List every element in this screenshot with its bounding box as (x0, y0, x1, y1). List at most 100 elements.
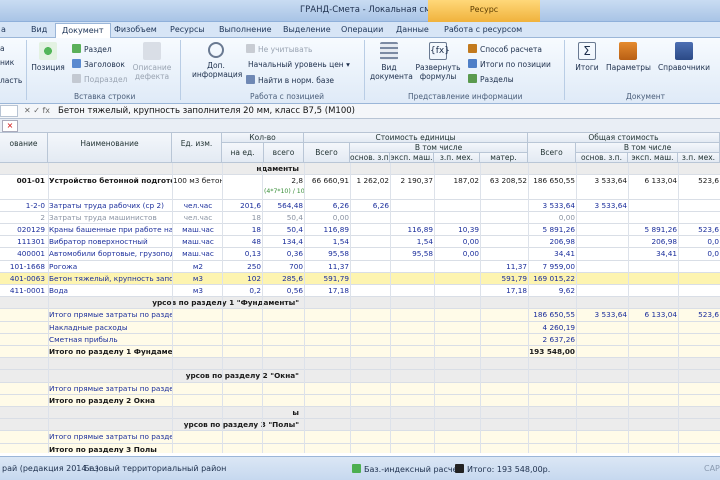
table-cell[interactable]: 134,4 (265, 236, 305, 247)
table-cell[interactable]: 0,56 (265, 285, 305, 296)
table-cell[interactable]: 111301 (1, 236, 47, 247)
table-cell[interactable] (1, 444, 47, 453)
table-cell[interactable] (435, 273, 481, 284)
table-cell[interactable] (305, 444, 351, 453)
table-cell[interactable] (679, 200, 720, 211)
table-row[interactable]: Итого прямые затраты по разделу в текущи… (0, 382, 720, 395)
table-cell[interactable]: 186 650,55 (529, 175, 577, 186)
table-cell[interactable] (529, 370, 577, 381)
table-cell[interactable]: 401-0063 (1, 273, 47, 284)
table-cell[interactable] (435, 419, 481, 430)
formula-value[interactable]: Бетон тяжелый, крупность заполнителя 20 … (58, 106, 355, 116)
table-cell[interactable]: 400001 (1, 248, 47, 259)
table-cell[interactable]: чел.час (173, 200, 223, 211)
table-cell[interactable] (351, 395, 391, 406)
col-header-mech-salary[interactable]: з.п. мех. (434, 153, 480, 163)
table-cell[interactable]: 6,26 (351, 200, 391, 211)
table-cell[interactable] (265, 370, 305, 381)
table-cell[interactable] (629, 273, 679, 284)
table-cell[interactable]: 2,8 (265, 175, 305, 186)
table-cell[interactable] (481, 370, 529, 381)
table-row[interactable]: 101-1668 Рогожа м2 250 700 11,37 11,37 7 959,00 (0, 261, 720, 273)
table-cell[interactable] (49, 163, 173, 174)
table-cell[interactable] (435, 431, 481, 442)
tab-data[interactable]: Данные (396, 23, 429, 37)
table-cell[interactable]: 11,37 (305, 261, 351, 272)
table-cell[interactable] (577, 285, 629, 296)
table-cell[interactable] (173, 334, 223, 345)
table-cell[interactable] (629, 163, 679, 174)
table-cell[interactable]: 6 133,04 (629, 175, 679, 186)
table-cell[interactable]: 206,98 (529, 236, 577, 247)
table-cell[interactable] (1, 322, 47, 333)
tab-operations[interactable]: Операции (341, 23, 383, 37)
table-cell[interactable] (679, 358, 720, 369)
table-cell[interactable]: 523,6 (679, 224, 720, 235)
table-cell[interactable] (265, 346, 305, 357)
table-cell[interactable] (1, 395, 47, 406)
table-cell[interactable] (1, 383, 47, 394)
table-cell[interactable] (49, 407, 173, 418)
table-cell[interactable] (577, 334, 629, 345)
table-cell[interactable] (223, 383, 263, 394)
table-cell[interactable] (305, 322, 351, 333)
table-cell[interactable] (305, 309, 351, 320)
table-cell[interactable] (305, 383, 351, 394)
table-cell[interactable] (1, 346, 47, 357)
table-cell[interactable]: Бетон тяжелый, крупность заполни (49, 273, 173, 284)
calc-mode-indicator[interactable]: Баз.-индексный расчет (352, 464, 462, 474)
table-cell[interactable] (629, 419, 679, 430)
table-cell[interactable] (351, 248, 391, 259)
table-cell[interactable]: 4 260,19 (529, 322, 577, 333)
table-cell[interactable]: 285,6 (265, 273, 305, 284)
table-cell[interactable] (435, 395, 481, 406)
table-cell[interactable]: 0,00 (435, 248, 481, 259)
table-cell[interactable] (435, 346, 481, 357)
table-cell[interactable]: 100 м3 бетона, (173, 175, 223, 186)
table-cell[interactable] (435, 285, 481, 296)
table-cell[interactable]: 95,58 (305, 248, 351, 259)
table-cell[interactable] (351, 383, 391, 394)
table-cell[interactable] (679, 322, 720, 333)
table-cell[interactable] (577, 370, 629, 381)
table-cell[interactable] (305, 419, 351, 430)
table-cell[interactable] (173, 395, 223, 406)
table-cell[interactable] (435, 200, 481, 211)
table-cell[interactable]: 9,62 (529, 285, 577, 296)
table-cell[interactable]: Затраты труда рабочих (ср 2) (49, 200, 173, 211)
sections-dropdown[interactable]: Разделы (468, 74, 514, 84)
col-header-machine-op[interactable]: эксп. маш. (390, 153, 434, 163)
table-cell[interactable]: м3 (173, 273, 223, 284)
table-cell[interactable] (173, 419, 223, 430)
table-cell[interactable] (577, 419, 629, 430)
table-cell[interactable] (391, 285, 435, 296)
table-row[interactable]: 401-0063Бетон тяжелый, крупность заполни… (0, 272, 720, 285)
table-cell[interactable] (391, 297, 435, 308)
table-cell[interactable] (435, 358, 481, 369)
defect-description-button[interactable]: Описание дефекта (130, 42, 174, 81)
table-cell[interactable]: 18 (223, 224, 263, 235)
table-cell[interactable]: 17,18 (481, 285, 529, 296)
ribbon-clipped-item-1[interactable]: а (0, 44, 5, 53)
table-cell[interactable] (351, 309, 391, 320)
table-row[interactable]: урсов по разделу 2 "Окна" (0, 370, 720, 383)
table-cell[interactable] (391, 322, 435, 333)
table-cell[interactable] (481, 431, 529, 442)
table-cell[interactable] (305, 297, 351, 308)
table-row[interactable]: урсов по разделу 1 "Фундаменты" (0, 297, 720, 310)
table-cell[interactable] (49, 297, 173, 308)
ribbon-clipped-item-3[interactable]: ник (0, 58, 14, 67)
col-header-unit-cost[interactable]: Стоимость единицы (304, 133, 528, 143)
table-cell[interactable] (391, 309, 435, 320)
col-header-materials[interactable]: матер. (480, 153, 528, 163)
table-cell[interactable] (529, 431, 577, 442)
table-cell[interactable] (265, 419, 305, 430)
table-cell[interactable]: Итого по разделу 3 Полы (49, 444, 173, 453)
totals-button[interactable]: Σ Итоги (570, 42, 604, 72)
table-cell[interactable] (577, 261, 629, 272)
table-cell[interactable] (577, 346, 629, 357)
table-cell[interactable] (435, 370, 481, 381)
table-row[interactable]: Итого по разделу 1 Фундаменты 193 548,00 (0, 346, 720, 359)
col-header-per-unit[interactable]: на ед. (222, 143, 264, 163)
table-row[interactable]: 411-0001 Вода м3 0,2 0,56 17,18 17,18 9,62 (0, 285, 720, 298)
